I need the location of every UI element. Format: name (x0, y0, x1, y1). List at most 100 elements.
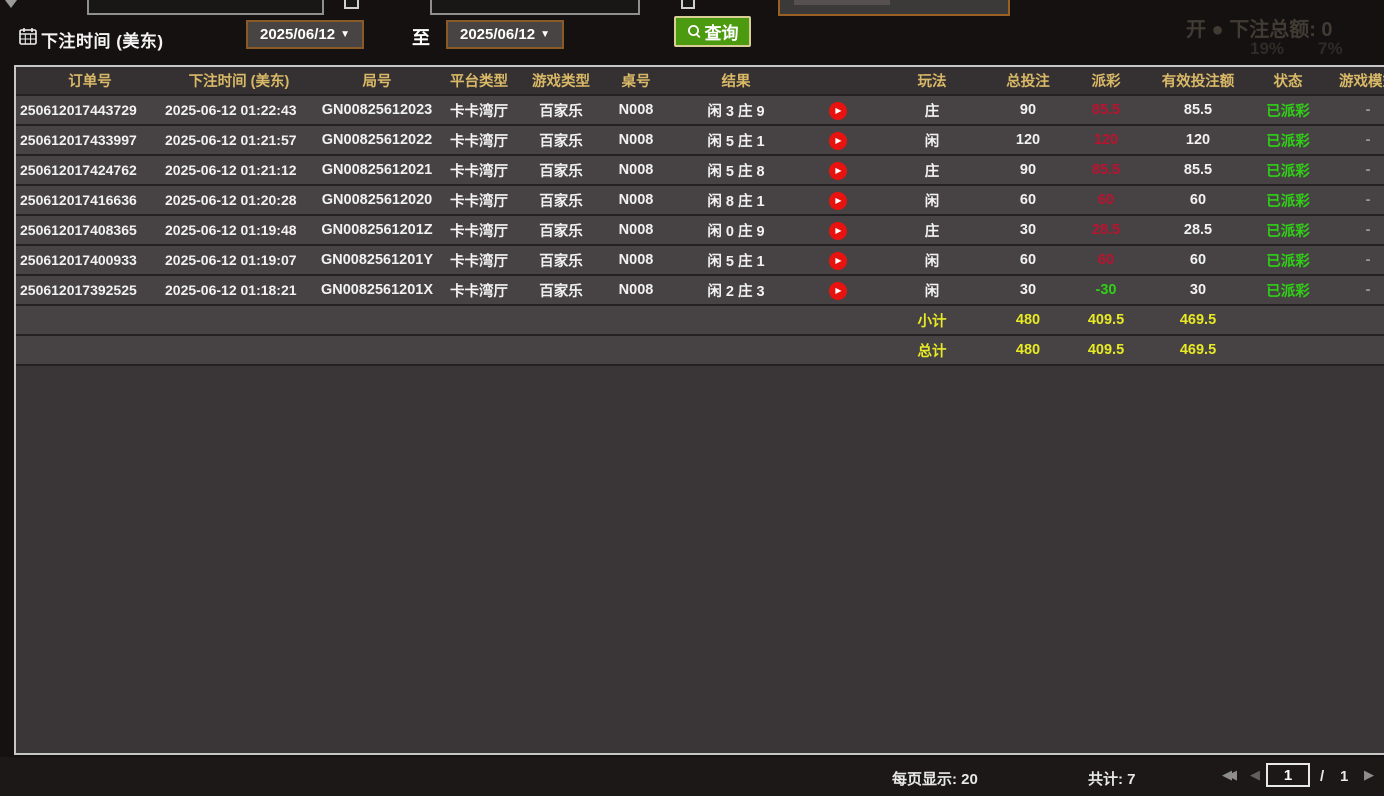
summary-total-bet: 480 (992, 312, 1064, 328)
next-page-button[interactable]: ▶ (1364, 767, 1374, 783)
partial-text-input-1[interactable] (87, 0, 324, 15)
cell-total_bet: 90 (992, 162, 1064, 178)
partial-checkbox-1[interactable] (344, 0, 359, 9)
cell-play: ▶ (804, 161, 872, 180)
play-icon[interactable]: ▶ (829, 102, 847, 120)
cell-order_id: 250612017400933 (16, 252, 164, 268)
cell-order_id: 250612017408365 (16, 222, 164, 238)
page-slash: / (1320, 768, 1324, 785)
grand-total-row: 总计480409.5469.5 (16, 336, 1384, 366)
play-icon[interactable]: ▶ (829, 192, 847, 210)
cell-round_id: GN00825612020 (314, 192, 440, 208)
date-to-value: 2025/06/12 (460, 26, 535, 43)
cell-valid_bet: 120 (1148, 132, 1248, 148)
cell-status: 已派彩 (1248, 280, 1328, 301)
cell-table_no: N008 (604, 102, 668, 118)
cell-bet_time: 2025-06-12 01:19:07 (164, 252, 314, 268)
cell-valid_bet: 60 (1148, 192, 1248, 208)
play-icon[interactable]: ▶ (829, 162, 847, 180)
cell-platform: 卡卡湾厅 (440, 130, 518, 151)
cell-platform: 卡卡湾厅 (440, 190, 518, 211)
prev-page-button[interactable]: ◀ (1250, 767, 1260, 783)
table-row: 2506120174009332025-06-12 01:19:07GN0082… (16, 246, 1384, 276)
play-icon[interactable]: ▶ (829, 132, 847, 150)
cell-table_no: N008 (604, 192, 668, 208)
cell-table_no: N008 (604, 132, 668, 148)
cell-result: 闲 3 庄 9 (668, 100, 804, 121)
cell-payout: 120 (1064, 132, 1148, 148)
cell-valid_bet: 30 (1148, 282, 1248, 298)
partial-dropdown[interactable] (778, 0, 1010, 16)
cell-payout: 28.5 (1064, 222, 1148, 238)
cell-bet_type: 闲 (872, 190, 992, 211)
cell-game_type: 百家乐 (518, 250, 604, 271)
cell-bet_time: 2025-06-12 01:18:21 (164, 282, 314, 298)
ghost-percent-right: 7% (1318, 39, 1343, 59)
cell-payout: -30 (1064, 282, 1148, 298)
ghost-bet-total-text: 开 ● 下注总额: 0 (1186, 13, 1333, 42)
col-header-game_type: 游戏类型 (518, 70, 604, 91)
total-count-label: 共计: 7 (1088, 768, 1136, 789)
cell-total_bet: 90 (992, 102, 1064, 118)
col-header-round_id: 局号 (314, 70, 440, 91)
date-to-select[interactable]: 2025/06/12 ▼ (446, 20, 564, 49)
cell-total_bet: 30 (992, 222, 1064, 238)
cell-bet_type: 庄 (872, 220, 992, 241)
summary-valid-bet: 469.5 (1148, 342, 1248, 358)
cell-order_id: 250612017392525 (16, 282, 164, 298)
bet-records-table: 订单号下注时间 (美东)局号平台类型游戏类型桌号结果玩法总投注派彩有效投注额状态… (14, 65, 1384, 755)
cell-payout: 85.5 (1064, 162, 1148, 178)
play-icon[interactable]: ▶ (829, 252, 847, 270)
cell-platform: 卡卡湾厅 (440, 220, 518, 241)
page-total: 1 (1340, 768, 1348, 785)
summary-valid-bet: 469.5 (1148, 312, 1248, 328)
col-header-platform: 平台类型 (440, 70, 518, 91)
date-range-to-label: 至 (412, 24, 430, 50)
cell-game_type: 百家乐 (518, 220, 604, 241)
col-header-result: 结果 (668, 70, 804, 91)
cell-order_id: 250612017433997 (16, 132, 164, 148)
cell-game_mode: - (1328, 132, 1384, 148)
summary-payout: 409.5 (1064, 342, 1148, 358)
cell-game_type: 百家乐 (518, 130, 604, 151)
play-icon[interactable]: ▶ (829, 282, 847, 300)
cell-bet_time: 2025-06-12 01:21:12 (164, 162, 314, 178)
cell-game_type: 百家乐 (518, 280, 604, 301)
chevron-down-icon: ▼ (540, 30, 550, 40)
cell-status: 已派彩 (1248, 220, 1328, 241)
cell-order_id: 250612017416636 (16, 192, 164, 208)
cell-payout: 60 (1064, 192, 1148, 208)
cell-game_mode: - (1328, 102, 1384, 118)
cell-game_mode: - (1328, 222, 1384, 238)
partial-cursor-icon (5, 0, 17, 8)
cell-status: 已派彩 (1248, 100, 1328, 121)
date-from-select[interactable]: 2025/06/12 ▼ (246, 20, 364, 49)
table-row: 2506120174247622025-06-12 01:21:12GN0082… (16, 156, 1384, 186)
query-button[interactable]: 查询 (674, 16, 751, 47)
cell-round_id: GN00825612023 (314, 102, 440, 118)
cell-table_no: N008 (604, 162, 668, 178)
cell-bet_time: 2025-06-12 01:20:28 (164, 192, 314, 208)
cell-bet_time: 2025-06-12 01:21:57 (164, 132, 314, 148)
summary-label: 总计 (872, 340, 992, 361)
cell-total_bet: 30 (992, 282, 1064, 298)
calendar-icon (19, 27, 37, 50)
play-icon[interactable]: ▶ (829, 222, 847, 240)
page-number-input[interactable]: 1 (1266, 763, 1310, 787)
col-header-order_id: 订单号 (16, 70, 164, 91)
first-page-button[interactable]: ◀◀ (1222, 767, 1232, 783)
cell-status: 已派彩 (1248, 130, 1328, 151)
cell-play: ▶ (804, 221, 872, 240)
query-button-label: 查询 (705, 19, 739, 44)
cell-game_mode: - (1328, 282, 1384, 298)
partial-text-input-2[interactable] (430, 0, 640, 15)
cell-platform: 卡卡湾厅 (440, 280, 518, 301)
cell-play: ▶ (804, 281, 872, 300)
cell-platform: 卡卡湾厅 (440, 100, 518, 121)
col-header-game_mode: 游戏模式 (1328, 70, 1384, 91)
col-header-total_bet: 总投注 (992, 70, 1064, 91)
bet-history-screen: { "colors": { "header_gold": "#d9b967", … (0, 0, 1384, 796)
partial-checkbox-2[interactable] (681, 0, 695, 9)
cell-game_type: 百家乐 (518, 100, 604, 121)
cell-round_id: GN0082561201X (314, 282, 440, 298)
